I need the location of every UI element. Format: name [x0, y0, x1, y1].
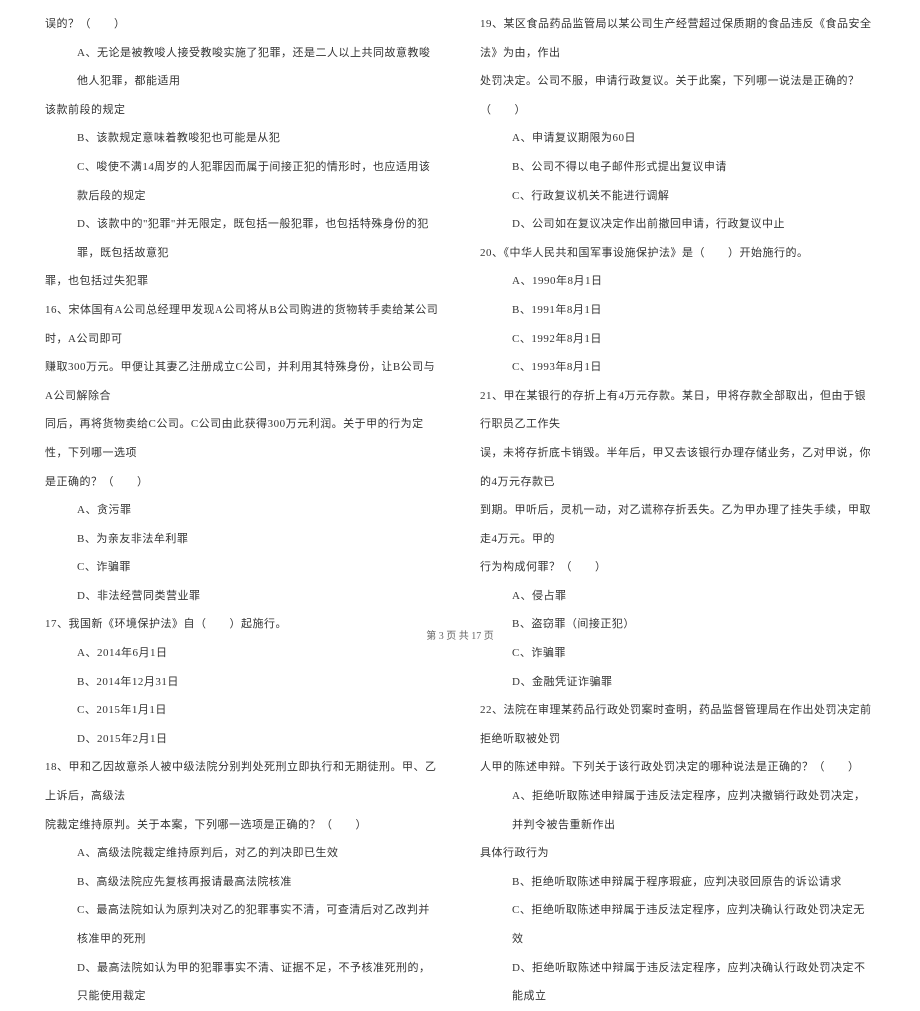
q15-option-a-cont: 该款前段的规定	[45, 96, 440, 125]
q15-option-a: A、无论是被教唆人接受教唆实施了犯罪，还是二人以上共同故意教唆他人犯罪，都能适用	[45, 39, 440, 96]
right-column: 19、某区食品药品监管局以某公司生产经营超过保质期的食品违反《食品安全法》为由，…	[460, 10, 890, 625]
q22-option-a-cont: 具体行政行为	[480, 839, 875, 868]
q21-cont2: 到期。甲听后，灵机一动，对乙谎称存折丢失。乙为甲办理了挂失手续，甲取走4万元。甲…	[480, 496, 875, 553]
q18-option-c: C、最高法院如认为原判决对乙的犯罪事实不清，可查清后对乙改判并核准甲的死刑	[45, 896, 440, 953]
q21-option-d: D、金融凭证诈骗罪	[480, 668, 875, 697]
q22-cont: 人甲的陈述申辩。下列关于该行政处罚决定的哪种说法是正确的？（ ）	[480, 753, 875, 782]
q15-option-d-cont: 罪，也包括过失犯罪	[45, 267, 440, 296]
q21: 21、甲在某银行的存折上有4万元存款。某日，甲将存款全部取出，但由于银行职员乙工…	[480, 382, 875, 439]
page-footer: 第 3 页 共 17 页	[0, 627, 920, 642]
q17-option-c: C、2015年1月1日	[45, 696, 440, 725]
q17-option-d: D、2015年2月1日	[45, 725, 440, 754]
q22-option-d: D、拒绝听取陈述中辩属于违反法定程序，应判决确认行政处罚决定不能成立	[480, 954, 875, 1011]
q16-cont3: 是正确的？（ ）	[45, 468, 440, 497]
q18-option-d: D、最高法院如认为甲的犯罪事实不清、证据不足，不予核准死刑的，只能使用裁定	[45, 954, 440, 1011]
q16: 16、宋体国有A公司总经理甲发现A公司将从B公司购进的货物转手卖给某公司时，A公…	[45, 296, 440, 353]
q18-option-a: A、高级法院裁定维持原判后，对乙的判决即已生效	[45, 839, 440, 868]
q21-cont3: 行为构成何罪？（ ）	[480, 553, 875, 582]
q20-option-c: C、1992年8月1日	[480, 325, 875, 354]
q22-option-c: C、拒绝听取陈述申辩属于违反法定程序，应判决确认行政处罚决定无效	[480, 896, 875, 953]
q18: 18、甲和乙因故意杀人被中级法院分别判处死刑立即执行和无期徒刑。甲、乙上诉后，高…	[45, 753, 440, 810]
q16-cont2: 同后，再将货物卖给C公司。C公司由此获得300万元利润。关于甲的行为定性，下列哪…	[45, 410, 440, 467]
q19-option-d: D、公司如在复议决定作出前撤回申请，行政复议中止	[480, 210, 875, 239]
page-container: 误的？（ ） A、无论是被教唆人接受教唆实施了犯罪，还是二人以上共同故意教唆他人…	[0, 0, 920, 650]
left-column: 误的？（ ） A、无论是被教唆人接受教唆实施了犯罪，还是二人以上共同故意教唆他人…	[30, 10, 460, 625]
q21-cont1: 误，未将存折底卡销毁。半年后，甲又去该银行办理存储业务，乙对甲说，你的4万元存款…	[480, 439, 875, 496]
q19: 19、某区食品药品监管局以某公司生产经营超过保质期的食品违反《食品安全法》为由，…	[480, 10, 875, 67]
q19-option-a: A、申请复议期限为60日	[480, 124, 875, 153]
q19-option-c: C、行政复议机关不能进行调解	[480, 182, 875, 211]
q20-option-b: B、1991年8月1日	[480, 296, 875, 325]
q15-option-b: B、该款规定意味着教唆犯也可能是从犯	[45, 124, 440, 153]
q15-continuation: 误的？（ ）	[45, 10, 440, 39]
q20-option-d: C、1993年8月1日	[480, 353, 875, 382]
q16-option-a: A、贪污罪	[45, 496, 440, 525]
q17-option-a: A、2014年6月1日	[45, 639, 440, 668]
q19-option-b: B、公司不得以电子邮件形式提出复议申请	[480, 153, 875, 182]
q22-option-a: A、拒绝听取陈述申辩属于违反法定程序，应判决撤销行政处罚决定，并判令被告重新作出	[480, 782, 875, 839]
q18-option-b: B、高级法院应先复核再报请最高法院核准	[45, 868, 440, 897]
q16-option-c: C、诈骗罪	[45, 553, 440, 582]
q22: 22、法院在审理某药品行政处罚案时查明，药品监督管理局在作出处罚决定前拒绝听取被…	[480, 696, 875, 753]
q17-option-b: B、2014年12月31日	[45, 668, 440, 697]
q16-option-b: B、为亲友非法牟利罪	[45, 525, 440, 554]
q20: 20、《中华人民共和国军事设施保护法》是（ ）开始施行的。	[480, 239, 875, 268]
q16-option-d: D、非法经营同类营业罪	[45, 582, 440, 611]
q21-option-c: C、诈骗罪	[480, 639, 875, 668]
q19-cont: 处罚决定。公司不服，申请行政复议。关于此案，下列哪一说法是正确的？（ ）	[480, 67, 875, 124]
q15-option-c: C、唆使不满14周岁的人犯罪因而属于间接正犯的情形时，也应适用该款后段的规定	[45, 153, 440, 210]
q18-cont: 院裁定维持原判。关于本案，下列哪一选项是正确的？（ ）	[45, 811, 440, 840]
q20-option-a: A、1990年8月1日	[480, 267, 875, 296]
q16-cont1: 赚取300万元。甲便让其妻乙注册成立C公司，并利用其特殊身份，让B公司与A公司解…	[45, 353, 440, 410]
q21-option-a: A、侵占罪	[480, 582, 875, 611]
q22-option-b: B、拒绝听取陈述申辩属于程序瑕疵，应判决驳回原告的诉讼请求	[480, 868, 875, 897]
q15-option-d: D、该款中的"犯罪"并无限定，既包括一般犯罪，也包括特殊身份的犯罪，既包括故意犯	[45, 210, 440, 267]
